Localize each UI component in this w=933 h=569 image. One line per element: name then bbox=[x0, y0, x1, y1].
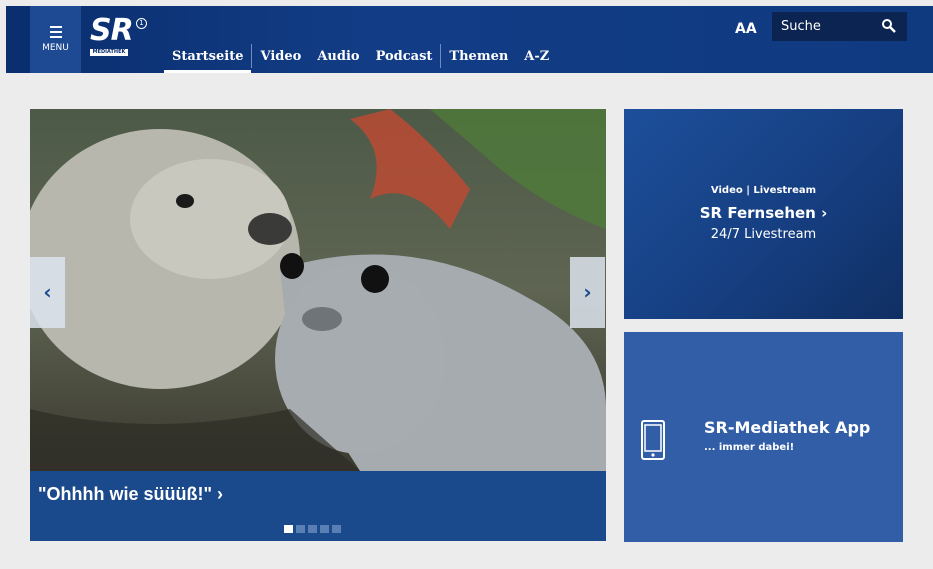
slider-next-button[interactable]: › bbox=[570, 257, 605, 328]
search-icon[interactable] bbox=[881, 18, 897, 34]
slider-dot[interactable] bbox=[308, 525, 317, 533]
hamburger-icon bbox=[50, 26, 62, 38]
nav-podcast[interactable]: Podcast bbox=[368, 46, 441, 72]
tile-subtitle: 24/7 Livestream bbox=[710, 227, 817, 242]
tile-kicker: Video | Livestream bbox=[710, 185, 817, 196]
slider-dot[interactable] bbox=[284, 525, 293, 533]
menu-button[interactable]: MENU bbox=[30, 6, 81, 73]
nav-a-z[interactable]: A-Z bbox=[516, 46, 557, 72]
logo-1-icon: 1 bbox=[136, 18, 147, 29]
slider-pagination bbox=[284, 525, 341, 533]
tile-subtitle: ... immer dabei! bbox=[704, 442, 795, 453]
font-size-toggle[interactable]: AA bbox=[735, 21, 757, 37]
tile-title: SR Fernsehen › bbox=[699, 204, 828, 222]
smartphone-icon bbox=[641, 420, 665, 460]
slider-dot[interactable] bbox=[296, 525, 305, 533]
main-navigation: Startseite Video Audio Podcast Themen A-… bbox=[164, 44, 557, 76]
nav-themen[interactable]: Themen bbox=[441, 46, 516, 72]
slider-prev-button[interactable]: ‹ bbox=[30, 257, 65, 328]
nav-audio[interactable]: Audio bbox=[309, 46, 367, 72]
slider-dot[interactable] bbox=[320, 525, 329, 533]
site-header: MENU SR 1 MEDIATHEK Startseite Video Aud… bbox=[6, 6, 933, 73]
search-input[interactable] bbox=[772, 12, 881, 41]
menu-label: MENU bbox=[42, 43, 69, 53]
teaser-slider: "Ohhhh wie süüüß!" › ‹ › bbox=[30, 109, 606, 541]
slider-dot[interactable] bbox=[332, 525, 341, 533]
sr-mediathek-logo[interactable]: SR 1 MEDIATHEK bbox=[90, 16, 150, 66]
app-tile[interactable]: SR-Mediathek App ... immer dabei! bbox=[624, 332, 903, 542]
nav-startseite[interactable]: Startseite bbox=[164, 46, 252, 73]
search-box bbox=[772, 12, 907, 41]
nav-video[interactable]: Video bbox=[252, 46, 309, 72]
tile-title: SR-Mediathek App bbox=[704, 418, 871, 437]
seal-pups-image[interactable] bbox=[30, 109, 606, 471]
slide-caption[interactable]: "Ohhhh wie süüüß!" › bbox=[38, 484, 223, 505]
chevron-right-icon: › bbox=[583, 280, 592, 304]
chevron-left-icon: ‹ bbox=[43, 280, 52, 304]
logo-subtext: MEDIATHEK bbox=[90, 49, 128, 56]
livestream-tile[interactable]: Video | Livestream SR Fernsehen › 24/7 L… bbox=[624, 109, 903, 319]
